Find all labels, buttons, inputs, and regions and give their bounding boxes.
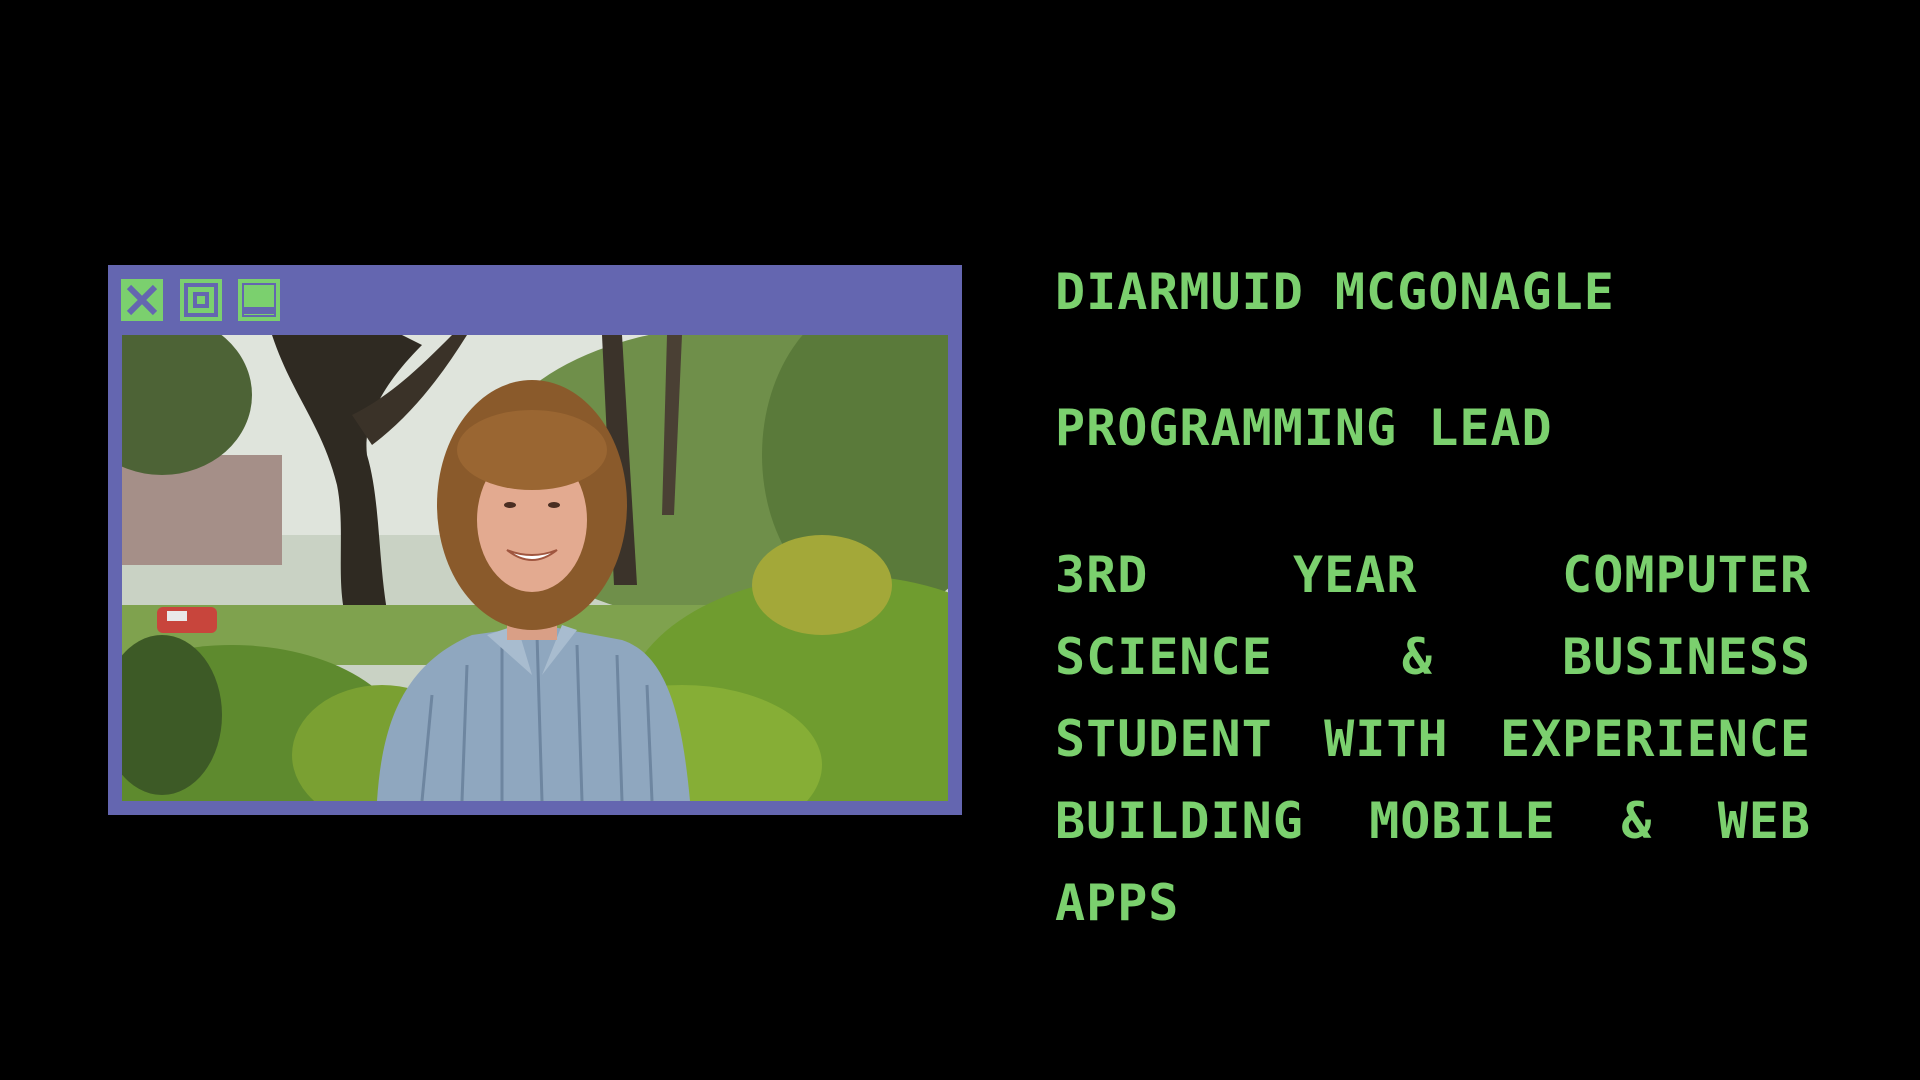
person-photo xyxy=(122,335,948,801)
retro-window xyxy=(108,265,962,815)
close-icon[interactable] xyxy=(121,279,163,321)
slide: DIARMUID MCGONAGLE PROGRAMMING LEAD 3RD … xyxy=(0,0,1920,1080)
minimize-icon[interactable] xyxy=(238,279,280,321)
profile-role: PROGRAMMING LEAD xyxy=(1055,399,1553,457)
window-titlebar[interactable] xyxy=(108,265,962,335)
profile-bio: 3RD YEAR COMPUTER SCIENCE & BUSINESS STU… xyxy=(1055,546,1811,932)
profile-text: DIARMUID MCGONAGLE PROGRAMMING LEAD 3RD … xyxy=(1055,262,1811,944)
maximize-icon[interactable] xyxy=(180,279,222,321)
profile-name: DIARMUID MCGONAGLE xyxy=(1055,263,1615,321)
